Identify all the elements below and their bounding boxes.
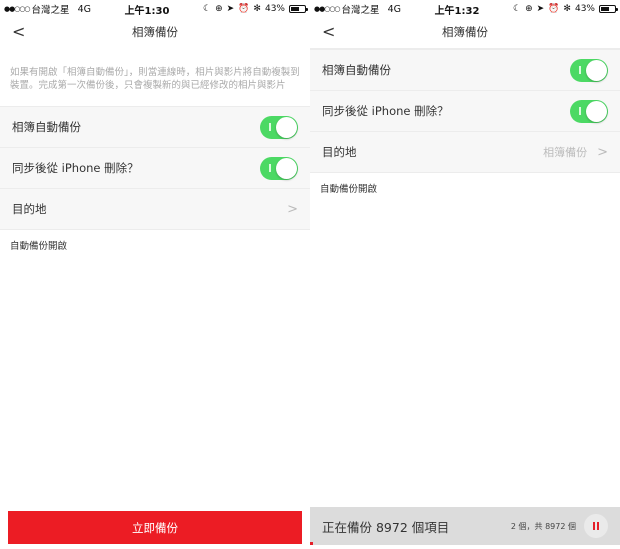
delete-after-sync-row: 同步後從 iPhone 刪除？ [0, 147, 310, 188]
auto-backup-row: 相簿自動備份 [310, 49, 620, 90]
backup-progress-text: 正在備份 8972 個項目 [322, 519, 450, 535]
navigation-bar: < 相簿備份 [0, 18, 310, 46]
backup-description: 如果有開啟「相簿自動備份」，則當連線時，相片與影片將自動複製到裝置。完成第一次備… [10, 67, 300, 91]
bluetooth-icon: ✻ [563, 4, 571, 14]
delete-after-sync-label: 同步後從 iPhone 刪除？ [12, 161, 139, 175]
page-title: 相簿備份 [132, 25, 178, 39]
auto-backup-label: 相簿自動備份 [12, 120, 81, 134]
carrier: 台灣之星 [31, 5, 70, 16]
delete-after-sync-label: 同步後從 iPhone 刪除？ [322, 104, 449, 118]
network-type: 4G [387, 3, 401, 15]
chevron-right-icon: > [287, 201, 298, 217]
chevron-right-icon: > [597, 144, 608, 160]
status-bar: ●●○○○ 台灣之星 4G 上午1:32 ☾ ⊕ ➤ ⏰ ✻ 43% [310, 0, 620, 18]
delete-after-sync-toggle[interactable] [260, 156, 298, 180]
pause-icon [593, 522, 599, 530]
signal-icon: ●●○○○ [4, 5, 31, 13]
destination-label: 目的地 [322, 145, 357, 159]
location-icon: ➤ [536, 4, 545, 14]
auto-backup-label: 相簿自動備份 [322, 63, 391, 77]
destination-row[interactable]: 目的地 > [0, 188, 310, 229]
network-type: 4G [77, 3, 91, 15]
delete-after-sync-row: 同步後從 iPhone 刪除？ [310, 90, 620, 131]
destination-value: 相簿備份 [543, 146, 588, 159]
orientation-lock-icon: ⊕ [525, 4, 533, 14]
auto-backup-row: 相簿自動備份 [0, 106, 310, 147]
battery-icon [598, 5, 618, 13]
carrier: 台灣之星 [341, 5, 380, 16]
settings-list: 相簿自動備份 同步後從 iPhone 刪除？ 目的地 > [0, 106, 310, 229]
backup-now-button[interactable]: 立即備份 [8, 511, 302, 544]
orientation-lock-icon: ⊕ [215, 4, 223, 14]
pause-button[interactable] [584, 514, 608, 538]
backup-progress-count: 2 個，共 8972 個 [510, 521, 576, 531]
auto-backup-toggle[interactable] [260, 115, 298, 139]
location-icon: ➤ [226, 4, 235, 14]
page-title: 相簿備份 [442, 25, 488, 39]
destination-row[interactable]: 目的地 相簿備份 > [310, 131, 620, 172]
progress-fill [310, 542, 313, 545]
alarm-icon: ⏰ [238, 4, 250, 14]
delete-after-sync-toggle[interactable] [570, 99, 608, 123]
auto-backup-status: 自動備份開啟 [0, 229, 310, 260]
alarm-icon: ⏰ [548, 4, 560, 14]
backup-progress-bar: 正在備份 8972 個項目 2 個，共 8972 個 [310, 507, 620, 545]
battery-percent: 43% [264, 4, 285, 14]
auto-backup-toggle[interactable] [570, 58, 608, 82]
back-button[interactable]: < [322, 22, 335, 41]
auto-backup-status: 自動備份開啟 [310, 172, 620, 203]
battery-icon [288, 5, 308, 13]
clock: 上午1:30 [124, 5, 170, 17]
screen-backup-in-progress: ●●○○○ 台灣之星 4G 上午1:32 ☾ ⊕ ➤ ⏰ ✻ 43% < 相簿備… [310, 0, 620, 549]
bluetooth-icon: ✻ [253, 4, 261, 14]
signal-icon: ●●○○○ [314, 5, 341, 13]
moon-icon: ☾ [203, 4, 212, 14]
moon-icon: ☾ [513, 4, 522, 14]
destination-label: 目的地 [12, 202, 47, 216]
battery-percent: 43% [574, 4, 595, 14]
settings-list: 相簿自動備份 同步後從 iPhone 刪除？ 目的地 相簿備份 > [310, 48, 620, 172]
status-bar: ●●○○○ 台灣之星 4G 上午1:30 ☾ ⊕ ➤ ⏰ ✻ 43% [0, 0, 310, 18]
clock: 上午1:32 [434, 5, 480, 17]
back-button[interactable]: < [12, 22, 25, 41]
navigation-bar: < 相簿備份 [310, 18, 620, 46]
screen-before-backup: ●●○○○ 台灣之星 4G 上午1:30 ☾ ⊕ ➤ ⏰ ✻ 43% < 相簿備… [0, 0, 310, 549]
